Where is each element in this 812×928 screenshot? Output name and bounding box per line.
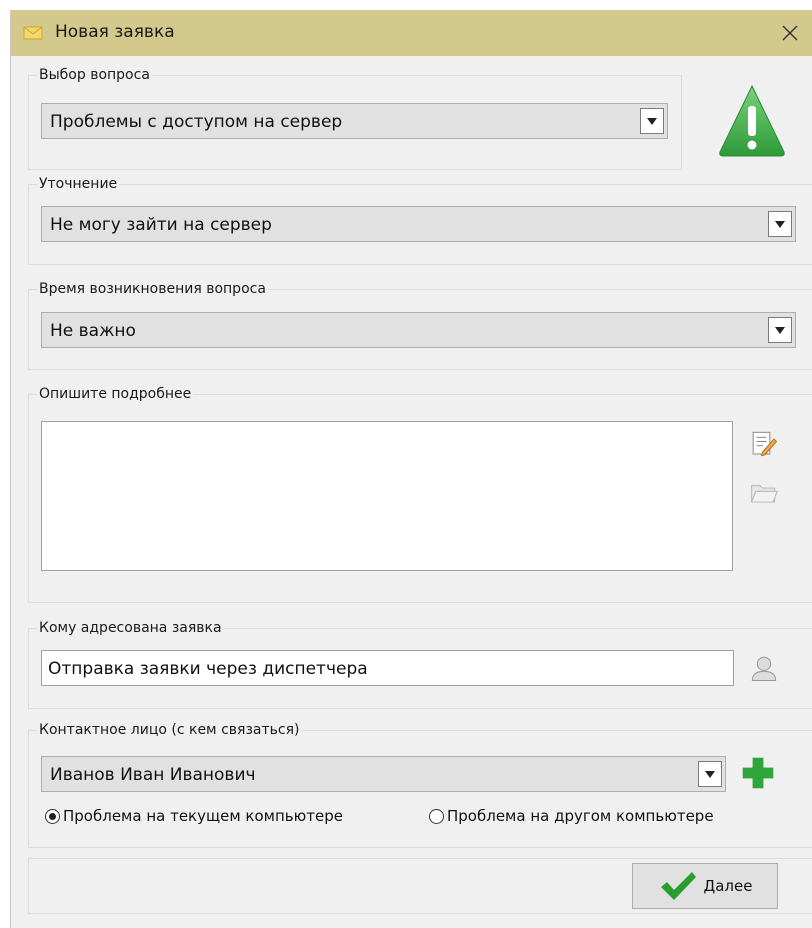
radio-current-label: Проблема на текущем компьютере <box>63 807 343 825</box>
question-dropdown-button[interactable] <box>640 108 664 134</box>
clarification-select[interactable]: Не могу зайти на сервер <box>41 206 796 242</box>
clarification-dropdown-button[interactable] <box>768 211 792 237</box>
window-title: Новая заявка <box>55 22 175 42</box>
clarification-label: Уточнение <box>39 176 118 192</box>
question-value: Проблемы с доступом на сервер <box>50 112 343 132</box>
addressee-value: Отправка заявки через диспетчера <box>48 659 368 679</box>
details-label: Опишите подробнее <box>39 386 192 402</box>
contact-dropdown-button[interactable] <box>698 761 722 787</box>
next-button-label: Далее <box>703 877 753 895</box>
user-icon[interactable] <box>746 650 782 686</box>
radio-current-computer[interactable]: Проблема на текущем компьютере <box>45 807 343 825</box>
plus-icon <box>742 757 774 789</box>
warning-icon <box>717 82 787 158</box>
chevron-down-icon <box>647 117 657 125</box>
addressee-field[interactable]: Отправка заявки через диспетчера <box>41 650 734 686</box>
folder-icon[interactable] <box>746 476 782 510</box>
time-value: Не важно <box>50 321 136 341</box>
time-label: Время возникновения вопроса <box>39 281 266 297</box>
details-textarea[interactable] <box>41 421 733 571</box>
next-button[interactable]: Далее <box>632 863 778 909</box>
time-dropdown-button[interactable] <box>768 317 792 343</box>
edit-note-icon[interactable] <box>746 426 782 462</box>
question-select[interactable]: Проблемы с доступом на сервер <box>41 103 668 139</box>
chevron-down-icon <box>705 770 715 778</box>
close-button[interactable] <box>767 10 812 56</box>
chevron-down-icon <box>775 326 785 334</box>
radio-other-indicator[interactable] <box>429 808 444 824</box>
radio-other-label: Проблема на другом компьютере <box>447 807 714 825</box>
question-label: Выбор вопроса <box>39 67 150 83</box>
new-request-window: Новая заявка Выбор вопроса Проблемы с до… <box>10 10 812 928</box>
envelope-icon <box>23 26 43 40</box>
contact-select[interactable]: Иванов Иван Иванович <box>41 756 726 792</box>
radio-other-computer[interactable]: Проблема на другом компьютере <box>429 807 714 825</box>
add-contact-button[interactable] <box>738 753 778 793</box>
time-select[interactable]: Не важно <box>41 312 796 348</box>
title-bar: Новая заявка <box>11 10 812 56</box>
contact-label: Контактное лицо (с кем связаться) <box>39 722 300 738</box>
checkmark-icon <box>660 872 696 900</box>
clarification-value: Не могу зайти на сервер <box>50 215 272 235</box>
addressee-label: Кому адресована заявка <box>39 620 222 636</box>
contact-value: Иванов Иван Иванович <box>50 765 256 785</box>
close-icon <box>782 25 798 41</box>
chevron-down-icon <box>775 220 785 228</box>
radio-current-indicator[interactable] <box>45 808 60 824</box>
